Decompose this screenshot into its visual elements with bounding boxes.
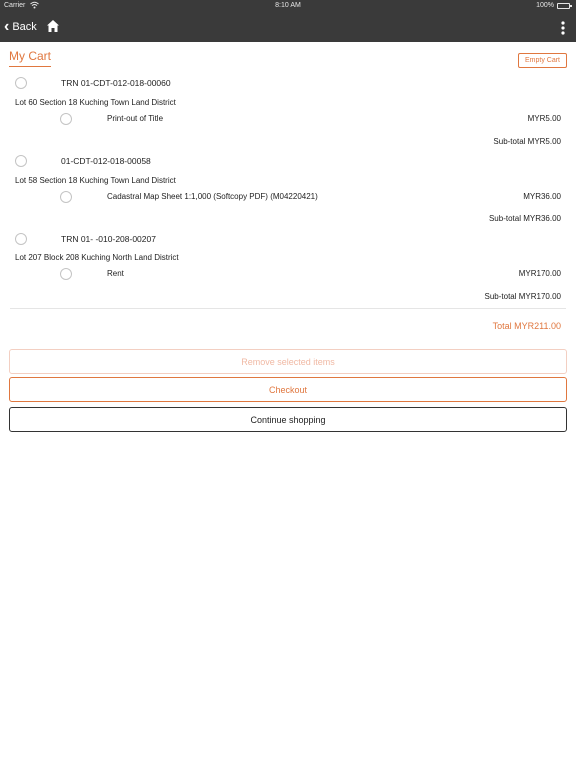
group-subtotal: Sub-total MYR5.00: [493, 137, 561, 146]
back-button[interactable]: ‹ Back: [4, 18, 37, 36]
item-price: MYR170.00: [518, 269, 561, 278]
group-subtotal: Sub-total MYR36.00: [488, 214, 561, 223]
item-select-radio[interactable]: [60, 113, 72, 125]
total-divider: [10, 308, 566, 309]
group-select-radio[interactable]: [15, 77, 27, 89]
home-icon[interactable]: [46, 19, 60, 33]
battery-icon: [557, 3, 572, 9]
group-select-radio[interactable]: [15, 233, 27, 245]
item-name: Print-out of Title: [107, 114, 164, 123]
item-price: MYR5.00: [527, 114, 561, 123]
more-vertical-icon[interactable]: [558, 20, 568, 36]
group-reference: 01-CDT-012-018-00058: [61, 156, 151, 166]
continue-shopping-button[interactable]: Continue shopping: [9, 407, 567, 432]
navigation-bar: ‹ Back: [0, 12, 576, 42]
group-select-radio[interactable]: [15, 155, 27, 167]
status-time: 8:10 AM: [275, 2, 301, 9]
item-name: Cadastral Map Sheet 1:1,000 (Softcopy PD…: [107, 192, 318, 201]
page-title: My Cart: [9, 49, 51, 67]
group-reference: TRN 01-CDT-012-018-00060: [61, 78, 171, 88]
item-select-radio[interactable]: [60, 268, 72, 280]
group-location: Lot 207 Block 208 Kuching North Land Dis…: [15, 253, 179, 262]
status-bar: Carrier 8:10 AM 100%: [0, 0, 576, 12]
cart-total: Total MYR211.00: [492, 321, 561, 331]
group-reference: TRN 01- -010-208-00207: [61, 234, 156, 244]
group-subtotal: Sub-total MYR170.00: [484, 292, 562, 301]
empty-cart-button[interactable]: Empty Cart: [517, 53, 567, 68]
checkout-button[interactable]: Checkout: [9, 377, 567, 402]
item-price: MYR36.00: [523, 192, 561, 201]
battery-percent: 100%: [536, 2, 554, 9]
back-label: Back: [12, 21, 37, 33]
item-select-radio[interactable]: [60, 191, 72, 203]
group-location: Lot 58 Section 18 Kuching Town Land Dist…: [15, 176, 176, 185]
group-location: Lot 60 Section 18 Kuching Town Land Dist…: [15, 98, 176, 107]
item-name: Rent: [107, 269, 124, 278]
chevron-left-icon: ‹: [4, 18, 10, 35]
remove-selected-button[interactable]: Remove selected items: [9, 349, 567, 374]
